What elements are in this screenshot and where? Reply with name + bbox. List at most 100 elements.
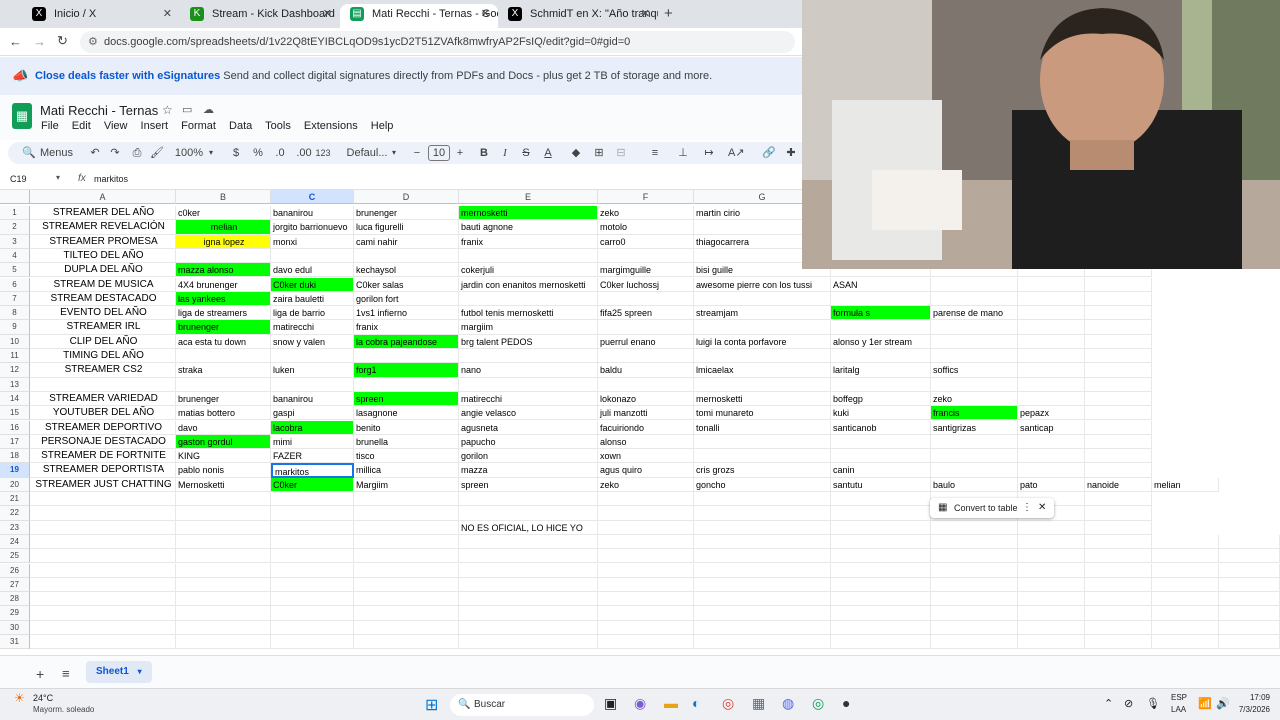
cell[interactable]: baldu xyxy=(598,363,694,378)
cell[interactable]: franix xyxy=(354,320,459,335)
cell[interactable]: zeko xyxy=(598,477,694,492)
cell[interactable] xyxy=(931,592,1018,607)
menu-help[interactable]: Help xyxy=(371,120,394,132)
close-icon[interactable]: ✕ xyxy=(481,4,490,24)
cell[interactable]: zaira bauletti xyxy=(271,291,354,307)
cell[interactable] xyxy=(1018,534,1085,550)
cell[interactable] xyxy=(831,349,931,364)
cell[interactable]: angie velasco xyxy=(459,406,598,421)
cell[interactable] xyxy=(271,592,354,607)
cell[interactable]: EVENTO DEL AÑO xyxy=(30,306,176,321)
wifi-icon[interactable]: 📶 xyxy=(1198,697,1212,710)
cell[interactable] xyxy=(598,549,694,564)
cell[interactable]: formula s xyxy=(831,306,931,321)
name-box[interactable]: C19 xyxy=(10,174,27,184)
cell[interactable]: carro0 xyxy=(598,234,694,249)
cell[interactable]: C0ker luchossj xyxy=(598,277,694,292)
cell[interactable] xyxy=(831,492,931,507)
row-header[interactable]: 31 xyxy=(0,635,30,650)
borders-icon[interactable]: ⊞ xyxy=(592,142,606,164)
cell[interactable]: STREAMER JUST CHATTING xyxy=(30,477,176,492)
sheet-tab[interactable]: Sheet1 ▾ xyxy=(86,661,152,683)
cell[interactable]: STREAMER DEL AÑO xyxy=(30,206,176,221)
text-rotation-icon[interactable]: A↗ xyxy=(728,142,745,164)
cell[interactable]: spreen xyxy=(459,477,598,492)
cell[interactable]: ASAN xyxy=(831,277,931,292)
cell[interactable] xyxy=(598,534,694,550)
cell[interactable] xyxy=(30,592,176,607)
font-size-input[interactable]: 10 xyxy=(428,145,450,161)
currency-button[interactable]: $ xyxy=(230,142,242,164)
cell[interactable]: DUPLA DEL AÑO xyxy=(30,263,176,278)
cell[interactable] xyxy=(271,506,354,521)
chevron-down-icon[interactable]: ▾ xyxy=(389,142,399,164)
back-icon[interactable]: ← xyxy=(9,34,22,49)
column-header-e[interactable]: E xyxy=(459,190,598,204)
cell[interactable] xyxy=(176,577,271,593)
cell[interactable] xyxy=(831,520,931,535)
cell[interactable]: cami nahir xyxy=(354,234,459,249)
cell[interactable] xyxy=(1219,606,1280,621)
row-header[interactable]: 15 xyxy=(0,406,30,421)
cell[interactable]: mernosketti xyxy=(694,391,831,407)
cell[interactable] xyxy=(271,248,354,264)
row-header[interactable]: 8 xyxy=(0,306,30,321)
cell[interactable]: baulo xyxy=(931,477,1018,492)
cell[interactable] xyxy=(694,506,831,521)
cell[interactable] xyxy=(271,377,354,392)
cell[interactable] xyxy=(1018,449,1085,464)
forward-icon[interactable]: → xyxy=(33,34,46,49)
cell[interactable] xyxy=(1152,577,1219,593)
cell[interactable] xyxy=(694,620,831,635)
menu-file[interactable]: File xyxy=(41,120,59,132)
close-icon[interactable]: ✕ xyxy=(323,4,332,24)
cell[interactable]: matias bottero xyxy=(176,406,271,421)
cell[interactable]: awesome pierre con los tussi xyxy=(694,277,831,292)
cell[interactable] xyxy=(1085,320,1152,335)
select-all-corner[interactable] xyxy=(0,190,30,204)
cell[interactable] xyxy=(598,606,694,621)
cell[interactable] xyxy=(1085,420,1152,435)
print-icon[interactable]: ⎙ xyxy=(130,142,144,164)
doc-title[interactable]: Mati Recchi - Ternas xyxy=(40,103,158,118)
cell[interactable] xyxy=(831,320,931,335)
cell[interactable]: pato xyxy=(1018,477,1085,492)
cell[interactable] xyxy=(459,635,598,650)
cell[interactable]: xown xyxy=(598,449,694,464)
link-icon[interactable]: 🔗 xyxy=(762,142,776,164)
cell[interactable] xyxy=(354,506,459,521)
cell[interactable] xyxy=(459,492,598,507)
paint-format-icon[interactable]: 🖌 xyxy=(150,142,164,164)
row-header[interactable]: 12 xyxy=(0,363,30,378)
row-header[interactable]: 17 xyxy=(0,434,30,450)
cell[interactable]: alonso xyxy=(598,434,694,450)
cell[interactable] xyxy=(30,377,176,392)
cell[interactable] xyxy=(1085,606,1152,621)
browser-tab[interactable]: X SchmidT en X: "Año tranquilo n ✕ xyxy=(498,4,658,28)
cell[interactable] xyxy=(1018,291,1085,307)
cell[interactable]: las yankees xyxy=(176,291,271,307)
search-icon[interactable]: 🔍 xyxy=(22,142,36,164)
row-header[interactable]: 26 xyxy=(0,563,30,578)
cell[interactable] xyxy=(354,563,459,578)
cell[interactable] xyxy=(831,592,931,607)
cell[interactable] xyxy=(598,377,694,392)
cell[interactable] xyxy=(1085,391,1152,407)
cell[interactable] xyxy=(694,520,831,535)
edge-icon[interactable]: ◐ xyxy=(692,695,700,711)
cell[interactable]: santutu xyxy=(831,477,931,492)
selected-cell[interactable]: markitos xyxy=(271,463,354,478)
cell[interactable]: lacobra xyxy=(271,420,354,435)
chevron-down-icon[interactable]: ▾ xyxy=(206,142,216,164)
cell[interactable]: mimi xyxy=(271,434,354,450)
cell[interactable]: cris grozs xyxy=(694,463,831,478)
cell[interactable]: parense de mano xyxy=(931,306,1018,321)
cell[interactable] xyxy=(1018,320,1085,335)
cell[interactable]: lmicaelax xyxy=(694,363,831,378)
cell[interactable] xyxy=(1018,391,1085,407)
cell[interactable] xyxy=(931,320,1018,335)
cell[interactable]: la cobra pajeandose xyxy=(354,334,459,349)
row-header[interactable]: 3 xyxy=(0,234,30,249)
cell[interactable]: benito xyxy=(354,420,459,435)
cell[interactable]: KING xyxy=(176,449,271,464)
